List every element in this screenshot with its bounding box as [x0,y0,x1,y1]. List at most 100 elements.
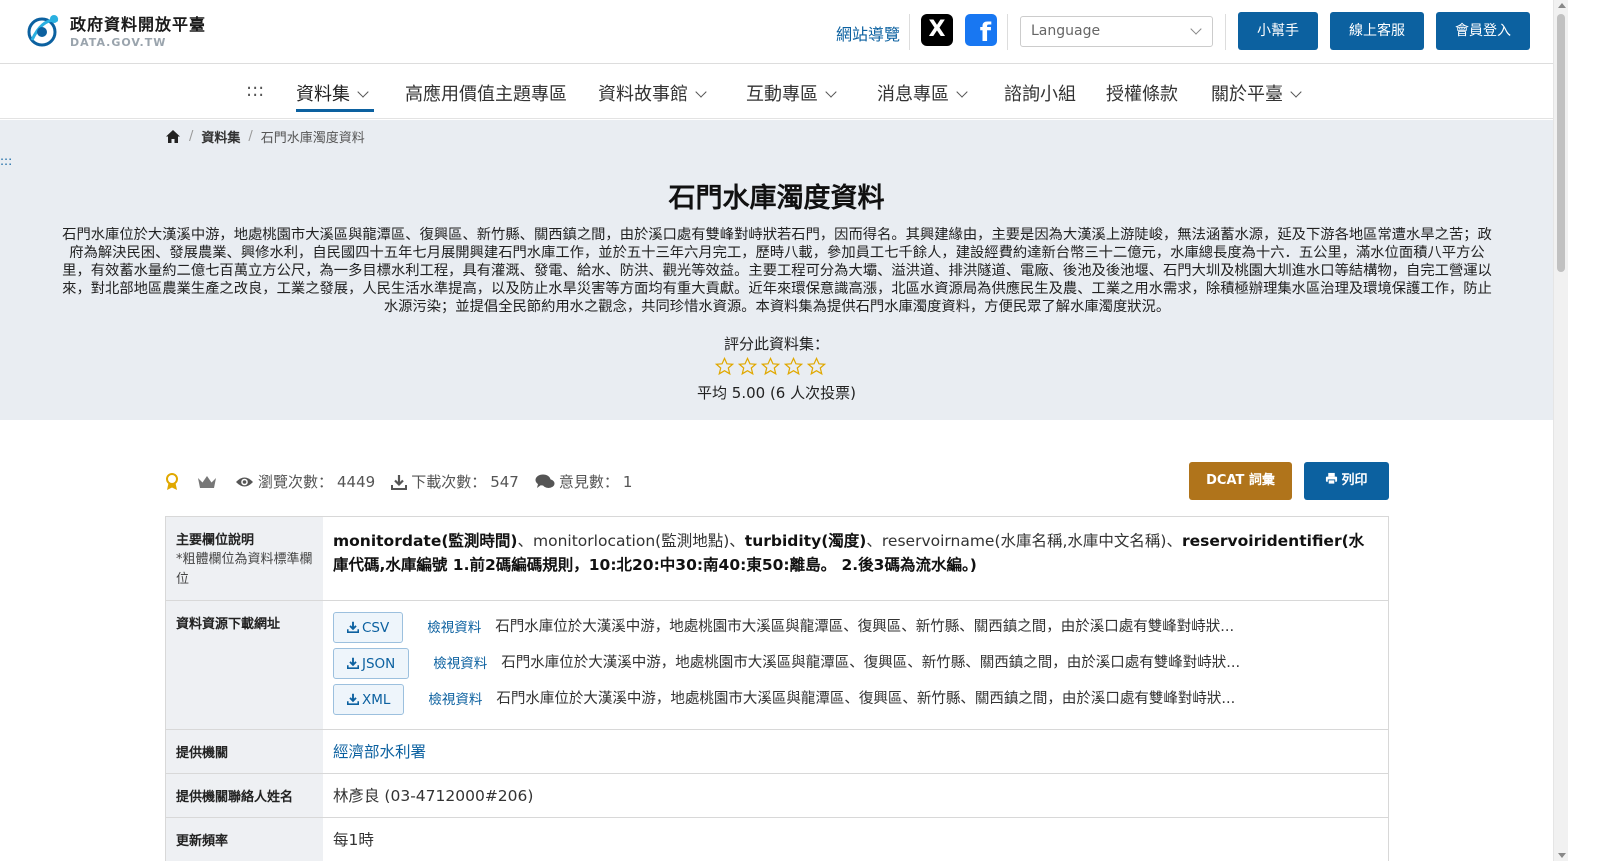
row-label: 主要欄位說明 *粗體欄位為資料標準欄位 [166,517,323,600]
breadcrumb-separator: / [189,129,194,144]
downloads-label: 下載次數： [411,473,487,491]
eye-icon [236,477,253,486]
breadcrumb-separator: / [248,129,253,144]
print-button[interactable]: 列印 [1304,462,1389,500]
chevron-down-icon [357,86,369,98]
crown-icon [198,475,216,488]
nav-accesskey[interactable]: ::: [246,80,264,101]
online-service-button[interactable]: 線上客服 [1330,12,1424,50]
download-csv-button[interactable]: CSV [333,611,404,643]
nav-item-about[interactable]: 關於平臺 [1211,80,1302,106]
rating-label: 評分此資料集： [723,335,829,353]
table-row: 提供機關聯絡人姓名 林彥良 (03-4712000#206) [166,774,1388,818]
nav-label: 諮詢小組 [1004,84,1076,105]
views-label: 瀏覽次數： [258,473,334,491]
field-separator: 、 [866,532,882,550]
sitemap-link[interactable]: 網站導覽 [836,21,900,45]
resources-value: CSV 檢視資料 石門水庫位於大漢溪中游，地處桃園市大溪區與龍潭區、復興區、新竹… [323,601,1388,729]
table-row: 資料資源下載網址 CSV 檢視資料 石門水庫位於大漢溪中游，地處桃園市大溪區與龍… [166,601,1388,730]
view-data-link[interactable]: 檢視資料 [433,650,487,676]
field-reservoirname: reservoirname(水庫名稱,水庫中文名稱) [881,532,1167,550]
contact-value: 林彥良 (03-4712000#206) [333,787,534,805]
frequency-value: 每1時 [333,831,374,849]
nav-label: 資料故事館 [598,84,688,105]
breadcrumb-datasets[interactable]: 資料集 [201,127,240,146]
dataset-info-table: 主要欄位說明 *粗體欄位為資料標準欄位 monitordate(監測時間)、mo… [165,516,1389,861]
dataset-description: 石門水庫位於大漢溪中游，地處桃園市大溪區與龍潭區、復興區、新竹縣、關西鎮之間，由… [62,227,1492,315]
row-label: 資料資源下載網址 [166,601,323,729]
nav-item-news[interactable]: 消息專區 [877,80,968,106]
nav-item-interactive[interactable]: 互動專區 [746,80,837,106]
chevron-down-icon [1290,86,1302,98]
resource-item: XML 檢視資料 石門水庫位於大漢溪中游，地處桃園市大溪區與龍潭區、復興區、新竹… [333,683,1378,715]
helper-button[interactable]: 小幫手 [1238,12,1318,50]
view-data-link[interactable]: 檢視資料 [427,614,481,640]
row-label: 更新頻率 [166,818,323,861]
download-icon [346,657,360,669]
content-accesskey[interactable]: ::: [0,154,12,168]
language-select[interactable]: Language [1020,16,1213,47]
language-select-value: Language [1031,23,1101,39]
resource-description: 石門水庫位於大漢溪中游，地處桃園市大溪區與龍潭區、復興區、新竹縣、關西鎮之間，由… [495,619,1235,635]
star-icon[interactable] [715,357,734,376]
logo-subtitle: DATA.GOV.TW [70,36,167,49]
download-json-button[interactable]: JSON [333,647,410,679]
resource-description: 石門水庫位於大漢溪中游，地處桃園市大溪區與龍潭區、復興區、新竹縣、關西鎮之間，由… [501,655,1241,671]
scroll-up-icon[interactable] [1558,3,1566,8]
download-icon [346,693,360,705]
site-logo[interactable]: 政府資料開放平臺 DATA.GOV.TW [24,10,206,50]
facebook-icon[interactable]: f [965,14,997,46]
nav-item-consult[interactable]: 諮詢小組 [1004,80,1076,106]
resource-item: JSON 檢視資料 石門水庫位於大漢溪中游，地處桃園市大溪區與龍潭區、復興區、新… [333,647,1378,679]
scroll-down-icon[interactable] [1558,853,1566,858]
fields-note: *粗體欄位為資料標準欄位 [176,552,313,587]
format-label: CSV [362,619,390,636]
nav-label: 互動專區 [746,84,818,105]
nav-item-license[interactable]: 授權條款 [1106,80,1178,106]
row-label: 提供機關聯絡人姓名 [166,774,323,817]
star-icon[interactable] [807,357,826,376]
field-separator: 、 [517,532,534,550]
main-nav: ::: 資料集 高應用價值主題專區 資料故事館 互動專區 消息專區 諮詢小組 授… [0,64,1553,119]
scrollbar-thumb[interactable] [1557,14,1565,272]
chevron-down-icon [956,86,968,98]
breadcrumb-current: 石門水庫濁度資料 [260,131,365,146]
x-icon[interactable]: X [921,14,953,46]
divider [1225,14,1226,50]
logo-title: 政府資料開放平臺 [70,15,207,34]
home-icon[interactable] [165,129,181,144]
star-icon[interactable] [761,357,780,376]
dcat-vocabulary-button[interactable]: DCAT 詞彙 [1189,462,1292,500]
nav-label: 高應用價值主題專區 [405,84,567,105]
print-label: 列印 [1341,473,1368,488]
field-turbidity: turbidity(濁度) [744,532,867,550]
table-row: 提供機關 經濟部水利署 [166,730,1388,774]
star-icon[interactable] [784,357,803,376]
nav-label: 授權條款 [1106,84,1178,105]
chevron-down-icon [1190,23,1202,35]
star-icon[interactable] [738,357,757,376]
view-data-link[interactable]: 檢視資料 [428,686,482,712]
divider [1007,14,1008,50]
page-scrollbar[interactable] [1553,0,1568,861]
downloads-count: 547 [490,472,519,491]
nav-active-indicator [296,109,374,112]
login-button[interactable]: 會員登入 [1436,12,1530,50]
nav-label: 關於平臺 [1211,84,1283,105]
divider [909,14,910,50]
download-xml-button[interactable]: XML [333,683,405,715]
provider-link[interactable]: 經濟部水利署 [323,730,1388,773]
nav-item-stories[interactable]: 資料故事館 [598,80,707,106]
nav-item-high-value[interactable]: 高應用價值主題專區 [405,80,567,106]
comments-count: 1 [622,472,633,491]
printer-icon [1326,472,1338,485]
format-label: JSON [362,655,396,672]
comments-icon [535,474,555,488]
views-count: 4449 [337,472,376,491]
format-label: XML [362,691,391,708]
nav-label: 消息專區 [877,84,949,105]
rating-average: 平均 5.00 (6 人次投票) [697,384,856,402]
resource-item: CSV 檢視資料 石門水庫位於大漢溪中游，地處桃園市大溪區與龍潭區、復興區、新竹… [333,611,1378,643]
nav-item-datasets[interactable]: 資料集 [296,80,369,106]
fields-label: 主要欄位說明 [176,533,255,548]
